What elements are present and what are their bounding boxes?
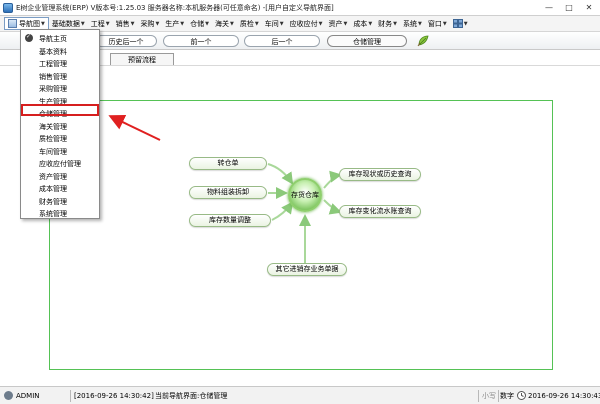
status-current-page: 当前导航界面:仓储管理: [155, 392, 228, 400]
chevron-down-icon: ▼: [463, 20, 468, 27]
window-tiles-icon: [452, 19, 463, 28]
chevron-down-icon: ▼: [254, 20, 259, 27]
window-controls: — □ ✕: [540, 1, 598, 14]
menu-production[interactable]: 生产 ▼: [162, 17, 187, 30]
node-other-documents[interactable]: 其它进销存业务单据: [267, 263, 347, 276]
app-icon: [3, 3, 13, 13]
tab-history-back[interactable]: 历史后一个: [95, 35, 157, 47]
tab-reserved-flow[interactable]: 预留流程: [110, 53, 174, 65]
chevron-down-icon: ▼: [80, 20, 85, 27]
close-button[interactable]: ✕: [580, 1, 598, 14]
menu-sales-label: 销售: [115, 19, 130, 28]
menu-item-finance[interactable]: 财务管理: [39, 197, 67, 207]
refresh-leaf-icon[interactable]: [417, 34, 429, 47]
status-datetime: 2016-09-26 14:30:43: [528, 392, 600, 400]
menu-navigation-label: 导航图: [19, 19, 40, 28]
node-material-assembly[interactable]: 物料组装拆卸: [189, 186, 267, 199]
user-icon: [4, 391, 13, 400]
chevron-down-icon: ▼: [105, 20, 110, 27]
menu-item-customs[interactable]: 海关管理: [39, 122, 67, 132]
status-bar: ADMIN [2016-09-26 14:30:42] 当前导航界面:仓储管理 …: [0, 386, 600, 404]
chevron-down-icon: ▼: [318, 20, 323, 27]
minimize-button[interactable]: —: [540, 1, 558, 14]
tab-next[interactable]: 后一个: [244, 35, 320, 47]
window-tiles-button[interactable]: ▼: [450, 17, 471, 30]
menu-engineering-label: 工程: [90, 19, 105, 28]
menu-item-workshop[interactable]: 车间管理: [39, 147, 67, 157]
menu-purchasing-label: 采购: [140, 19, 155, 28]
title-bar: E树企业管理系统(ERP) V版本号:1.25.03 服务器名称:本机服务器(可…: [0, 0, 600, 16]
menu-item-sales[interactable]: 销售管理: [39, 72, 67, 82]
menu-workshop[interactable]: 车间 ▼: [262, 17, 287, 30]
status-login-time: [2016-09-26 14:30:42]: [74, 392, 154, 400]
menu-assets-label: 资产: [328, 19, 343, 28]
chevron-down-icon: ▼: [130, 20, 135, 27]
menu-item-purchasing[interactable]: 采购管理: [39, 84, 67, 94]
node-transfer-order[interactable]: 转仓单: [189, 157, 267, 170]
menu-cost-label: 成本: [353, 19, 368, 28]
menu-finance-label: 财务: [378, 19, 393, 28]
maximize-button[interactable]: □: [560, 1, 578, 14]
menu-item-engineering[interactable]: 工程管理: [39, 59, 67, 69]
chevron-down-icon: ▼: [368, 20, 373, 27]
status-user: ADMIN: [16, 392, 40, 400]
node-stock-status-query[interactable]: 库存现状或历史查询: [339, 168, 421, 181]
menu-quality-label: 质检: [239, 19, 254, 28]
chevron-down-icon: ▼: [230, 20, 234, 27]
menu-customs[interactable]: 海关 ▼: [212, 17, 237, 30]
status-divider: [478, 390, 479, 402]
menu-receivables[interactable]: 应收应付 ▼: [287, 17, 326, 30]
menu-item-basic-info[interactable]: 基本资料: [39, 47, 67, 57]
menu-quality[interactable]: 质检 ▼: [237, 17, 262, 30]
status-caps: 小写: [482, 392, 496, 400]
chevron-down-icon: ▼: [205, 20, 210, 27]
tab-warehouse-management[interactable]: 仓储管理: [327, 35, 407, 47]
navigation-dropdown-menu: 导航主页 基本资料 工程管理 销售管理 采购管理 生产管理 仓储管理 海关管理 …: [20, 29, 100, 219]
menu-sales[interactable]: 销售 ▼: [113, 17, 138, 30]
menu-workshop-label: 车间: [264, 19, 279, 28]
menu-finance[interactable]: 财务 ▼: [375, 17, 400, 30]
menu-item-assets[interactable]: 资产管理: [39, 172, 67, 182]
chevron-down-icon: ▼: [393, 20, 398, 27]
node-stock-adjustment[interactable]: 库存数量调整: [189, 214, 271, 227]
menu-system[interactable]: 系统 ▼: [400, 17, 425, 30]
chevron-down-icon: ▼: [418, 20, 422, 27]
menu-item-receivables[interactable]: 应收应付管理: [39, 159, 81, 169]
menu-basic-data-label: 基础数据: [51, 19, 80, 28]
chevron-down-icon: ▼: [279, 20, 284, 27]
menu-purchasing[interactable]: 采购 ▼: [137, 17, 162, 30]
menu-production-label: 生产: [165, 19, 180, 28]
chevron-down-icon: ▼: [442, 20, 447, 27]
highlight-warehouse-box: [21, 104, 99, 116]
menu-warehouse[interactable]: 仓储 ▼: [187, 17, 212, 30]
menu-item-quality[interactable]: 质检管理: [39, 134, 67, 144]
navigation-map-icon: [8, 19, 17, 28]
flowchart-panel: [49, 100, 553, 370]
menu-cost[interactable]: 成本 ▼: [350, 17, 375, 30]
menu-system-label: 系统: [403, 19, 418, 28]
chevron-down-icon: ▼: [343, 20, 348, 27]
window-title: E树企业管理系统(ERP) V版本号:1.25.03 服务器名称:本机服务器(可…: [16, 4, 334, 12]
menu-window[interactable]: 窗口 ▼: [425, 17, 450, 30]
menu-warehouse-label: 仓储: [190, 19, 205, 28]
chevron-down-icon: ▼: [180, 20, 185, 27]
menu-window-label: 窗口: [427, 19, 442, 28]
clock-icon: [517, 391, 526, 400]
menu-item-cost[interactable]: 成本管理: [39, 184, 67, 194]
node-stock-flow-query[interactable]: 库存变化流水账查询: [339, 205, 421, 218]
status-divider: [70, 390, 71, 402]
status-numlock: 数字: [500, 392, 514, 400]
status-divider: [498, 390, 499, 402]
tab-previous[interactable]: 前一个: [163, 35, 239, 47]
chevron-down-icon: ▼: [41, 20, 45, 27]
menu-customs-label: 海关: [215, 19, 230, 28]
chevron-down-icon: ▼: [155, 20, 160, 27]
menu-assets[interactable]: 资产 ▼: [325, 17, 350, 30]
menu-item-nav-home[interactable]: 导航主页: [25, 33, 67, 44]
menu-receivables-label: 应收应付: [289, 19, 318, 28]
menu-item-system[interactable]: 系统管理: [39, 209, 67, 219]
node-inventory-warehouse[interactable]: 存货仓库: [288, 178, 322, 212]
